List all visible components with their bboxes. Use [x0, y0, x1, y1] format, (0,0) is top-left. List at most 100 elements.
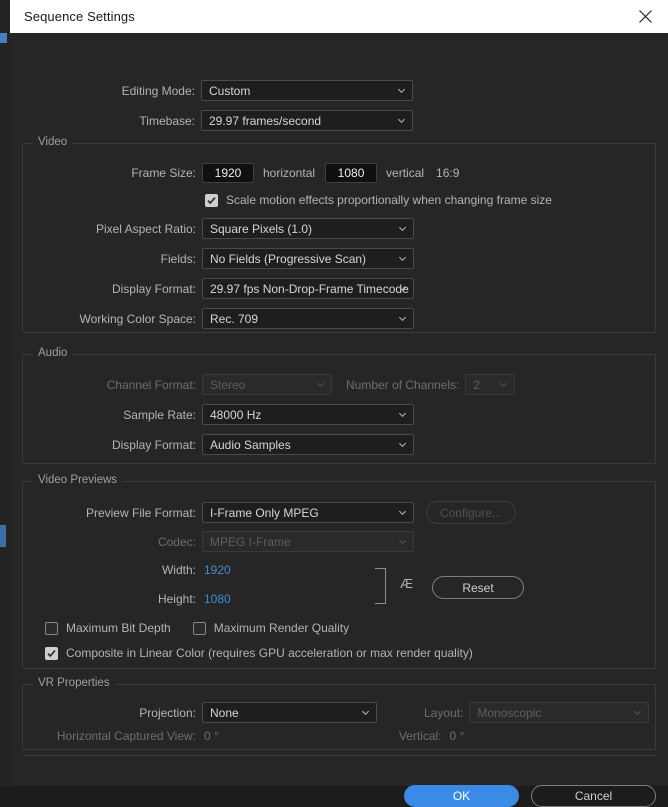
fields-label: Fields:: [160, 251, 196, 266]
preview-file-format-label: Preview File Format:: [85, 505, 196, 520]
scale-motion-label: Scale motion effects proportionally when…: [226, 193, 552, 207]
working-color-space-select[interactable]: Rec. 709: [202, 308, 414, 329]
preview-height-value[interactable]: 1080: [204, 592, 231, 606]
chevron-down-icon: [634, 710, 642, 715]
sample-rate-value: 48000 Hz: [210, 407, 262, 422]
preview-height-label: Height:: [157, 592, 196, 606]
audio-group: Audio Channel Format: Stereo Number of C…: [22, 347, 656, 464]
video-display-format-select[interactable]: 29.97 fps Non-Drop-Frame Timecode: [202, 278, 414, 299]
audio-display-format-select[interactable]: Audio Samples: [202, 434, 414, 455]
chevron-down-icon: [397, 118, 406, 123]
chevron-down-icon: [398, 510, 407, 515]
horizontal-label: horizontal: [263, 166, 316, 180]
editing-mode-value: Custom: [209, 83, 251, 98]
app-accent-marker: [0, 33, 7, 43]
frame-size-label: Frame Size:: [131, 166, 196, 180]
sample-rate-select[interactable]: 48000 Hz: [202, 404, 414, 425]
horizontal-captured-view-row: Horizontal Captured View: 0 ° Vertical: …: [11, 729, 465, 743]
vr-properties-group-legend: VR Properties: [33, 677, 115, 689]
composite-linear-color-row[interactable]: Composite in Linear Color (requires GPU …: [45, 646, 473, 660]
audio-display-format-label: Display Format:: [111, 437, 196, 452]
audio-group-legend: Audio: [33, 347, 73, 359]
video-group: Video Frame Size: 1920 horizontal 1080 v…: [22, 136, 656, 333]
cancel-button[interactable]: Cancel: [531, 785, 656, 807]
video-group-legend: Video: [33, 136, 73, 148]
channel-format-row: Channel Format: Stereo Number of Channel…: [11, 374, 516, 395]
max-bit-depth-row[interactable]: Maximum Bit Depth Maximum Render Quality: [45, 621, 349, 635]
pixel-aspect-ratio-value: Square Pixels (1.0): [210, 221, 313, 236]
pixel-aspect-ratio-select[interactable]: Square Pixels (1.0): [202, 218, 414, 239]
channel-format-value: Stereo: [210, 377, 246, 392]
preview-file-format-row: Preview File Format: I-Frame Only MPEG C…: [11, 501, 516, 524]
preview-width-value[interactable]: 1920: [204, 563, 231, 577]
sequence-settings-dialog: Sequence Settings Editing Mode: Custom T…: [10, 0, 668, 807]
sample-rate-row: Sample Rate: 48000 Hz: [11, 404, 414, 425]
chain-link-icon[interactable]: Ӕ: [400, 577, 413, 590]
working-color-space-row: Working Color Space: Rec. 709: [11, 308, 414, 329]
projection-select[interactable]: None: [202, 702, 377, 723]
maximum-bit-depth-checkbox[interactable]: [45, 621, 58, 635]
video-previews-group-legend: Video Previews: [33, 474, 123, 486]
scale-motion-checkbox[interactable]: [205, 193, 218, 207]
frame-size-horizontal-input[interactable]: 1920: [202, 163, 254, 183]
chevron-down-icon: [500, 382, 508, 387]
layout-value: Monoscopic: [477, 705, 542, 720]
chevron-down-icon: [398, 286, 407, 291]
composite-linear-color-checkbox[interactable]: [45, 646, 58, 660]
check-icon: [47, 649, 56, 657]
preview-width-row: Width: 1920: [11, 563, 231, 577]
configure-button: Configure...: [426, 501, 516, 524]
vertical-captured-value: 0 °: [449, 729, 465, 743]
preview-height-row: Height: 1080: [11, 592, 231, 606]
fields-select[interactable]: No Fields (Progressive Scan): [202, 248, 414, 269]
maximum-bit-depth-label: Maximum Bit Depth: [66, 621, 171, 635]
channel-format-label: Channel Format:: [106, 377, 196, 392]
number-of-channels-select: 2: [465, 374, 516, 395]
timebase-select[interactable]: 29.97 frames/second: [201, 110, 413, 131]
layout-select: Monoscopic: [469, 702, 650, 723]
codec-row: Codec: MPEG I-Frame: [11, 531, 414, 552]
projection-label: Projection:: [139, 705, 196, 720]
vr-properties-group: VR Properties Projection: None Layout: M…: [22, 677, 656, 750]
pixel-aspect-ratio-row: Pixel Aspect Ratio: Square Pixels (1.0): [11, 218, 414, 239]
working-color-space-label: Working Color Space:: [79, 311, 197, 326]
chevron-down-icon: [398, 316, 407, 321]
timebase-label: Timebase:: [139, 113, 195, 128]
horizontal-captured-view-label: Horizontal Captured View:: [56, 729, 196, 743]
horizontal-captured-view-value: 0 °: [204, 729, 219, 743]
timebase-row: Timebase: 29.97 frames/second: [10, 110, 413, 131]
fields-row: Fields: No Fields (Progressive Scan): [11, 248, 414, 269]
dialog-title: Sequence Settings: [24, 9, 135, 24]
aspect-ratio-value: 16:9: [436, 166, 460, 180]
codec-label: Codec:: [157, 534, 196, 549]
chevron-down-icon: [398, 226, 407, 231]
scale-motion-row[interactable]: Scale motion effects proportionally when…: [205, 193, 552, 207]
maximum-render-quality-label: Maximum Render Quality: [213, 621, 350, 635]
vertical-captured-label: Vertical:: [398, 729, 442, 743]
close-icon[interactable]: [622, 0, 668, 33]
video-display-format-value: 29.97 fps Non-Drop-Frame Timecode: [210, 281, 409, 296]
chevron-down-icon: [316, 382, 325, 387]
reset-button[interactable]: Reset: [432, 576, 524, 599]
audio-display-format-value: Audio Samples: [210, 437, 291, 452]
number-of-channels-value: 2: [473, 377, 481, 392]
chevron-down-icon: [398, 442, 407, 447]
maximum-render-quality-checkbox[interactable]: [192, 621, 206, 635]
sample-rate-label: Sample Rate:: [123, 407, 196, 422]
editing-mode-select[interactable]: Custom: [201, 80, 413, 101]
frame-size-vertical-input[interactable]: 1080: [325, 163, 378, 183]
footer-separator: [22, 755, 656, 756]
dialog-titlebar: Sequence Settings: [10, 0, 668, 33]
fields-value: No Fields (Progressive Scan): [210, 251, 367, 266]
preview-file-format-select[interactable]: I-Frame Only MPEG: [202, 502, 414, 523]
ok-button[interactable]: OK: [404, 785, 519, 807]
preview-width-label: Width:: [161, 563, 196, 577]
pixel-aspect-ratio-label: Pixel Aspect Ratio:: [95, 221, 196, 236]
editing-mode-row: Editing Mode: Custom: [10, 80, 413, 101]
channel-format-select: Stereo: [202, 374, 332, 395]
working-color-space-value: Rec. 709: [210, 311, 259, 326]
chevron-down-icon: [398, 412, 407, 417]
chevron-down-icon: [397, 88, 406, 93]
audio-display-format-row: Display Format: Audio Samples: [11, 434, 414, 455]
chevron-down-icon: [398, 539, 407, 544]
